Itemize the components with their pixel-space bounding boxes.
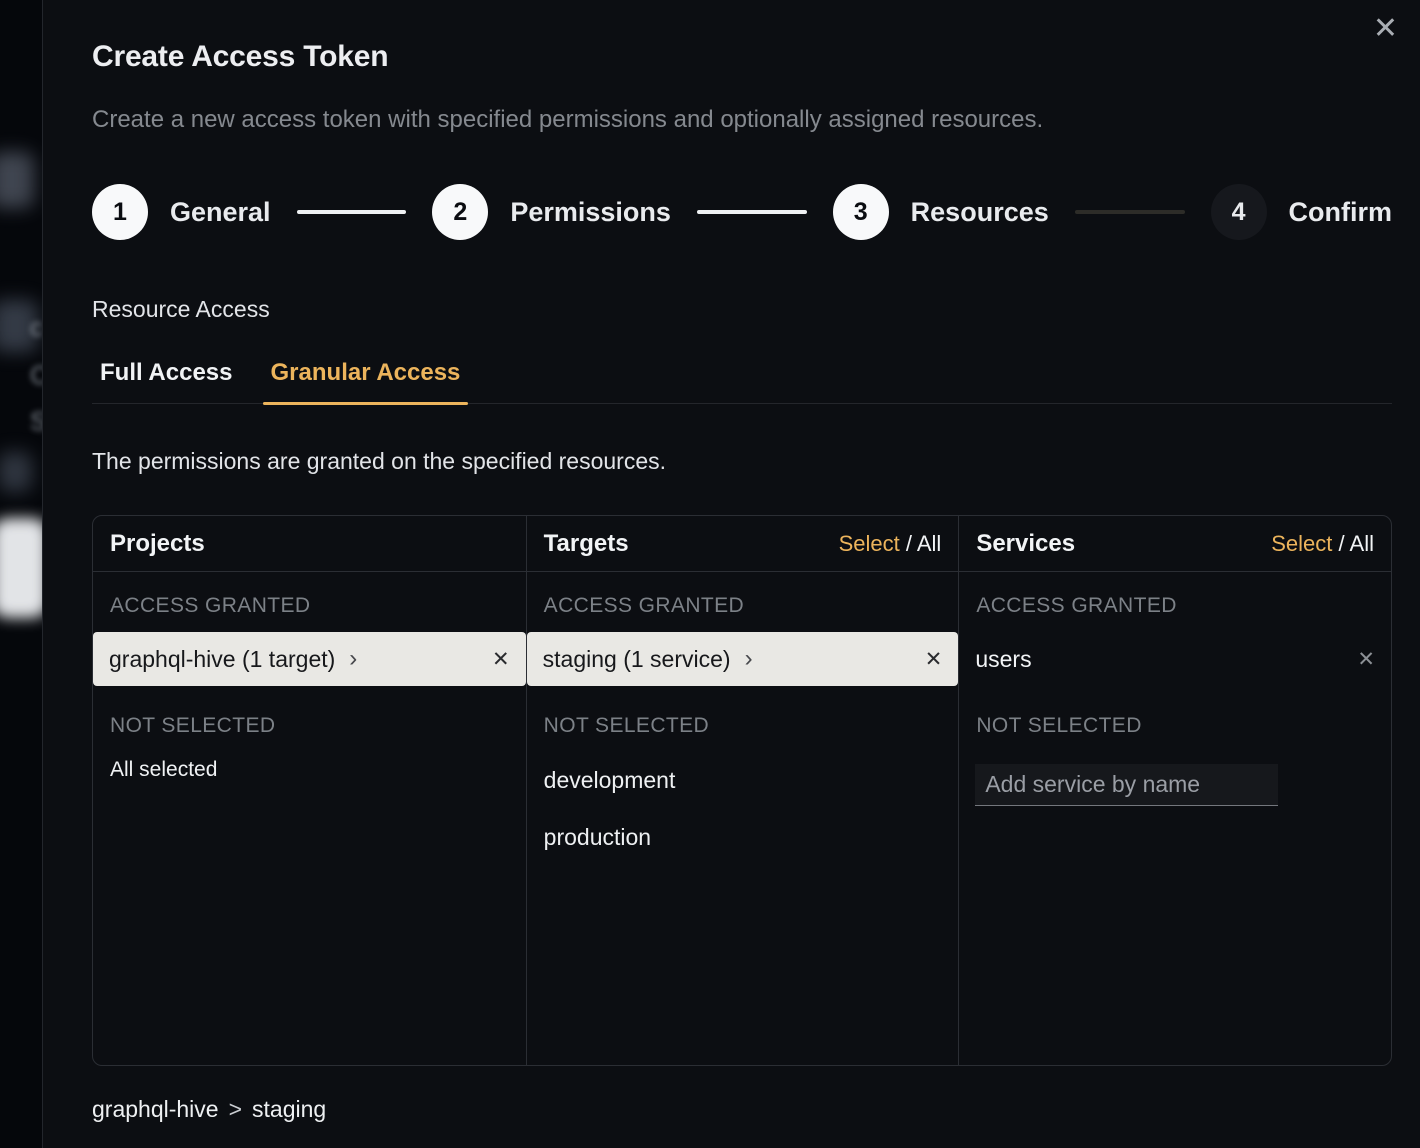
- tab-granular-access[interactable]: Granular Access: [263, 351, 469, 403]
- granular-access-description: The permissions are granted on the speci…: [92, 448, 1392, 475]
- target-option-production[interactable]: production: [527, 809, 959, 866]
- step-confirm[interactable]: 4 Confirm: [1211, 184, 1393, 240]
- step-label: Permissions: [510, 197, 671, 228]
- modal-title: Create Access Token: [92, 40, 1392, 74]
- column-title: Services: [976, 530, 1075, 558]
- modal-subtitle: Create a new access token with specified…: [92, 106, 1392, 134]
- close-icon[interactable]: ✕: [1373, 14, 1398, 44]
- services-column-header: Services Select / All: [959, 516, 1391, 572]
- access-granted-label: ACCESS GRANTED: [527, 572, 959, 632]
- access-granted-label: ACCESS GRANTED: [93, 572, 526, 632]
- access-granted-label: ACCESS GRANTED: [959, 572, 1391, 632]
- projects-column-header: Projects: [93, 516, 526, 572]
- backdrop-blob: [0, 452, 32, 492]
- targets-column: Targets Select / All ACCESS GRANTED stag…: [526, 516, 959, 1065]
- step-permissions[interactable]: 2 Permissions: [432, 184, 671, 240]
- step-number-badge: 4: [1211, 184, 1267, 240]
- granted-service-row[interactable]: users ✕: [959, 632, 1391, 686]
- target-option-development[interactable]: development: [527, 752, 959, 809]
- services-select-all-link[interactable]: Select / All: [1271, 531, 1374, 557]
- step-number-badge: 3: [833, 184, 889, 240]
- backdrop-strip: c C S: [0, 0, 42, 1148]
- select-link[interactable]: Select: [839, 531, 900, 556]
- step-number-badge: 2: [432, 184, 488, 240]
- column-title: Projects: [110, 530, 205, 558]
- granted-project-row[interactable]: graphql-hive (1 target) › ✕: [93, 632, 526, 686]
- remove-project-icon[interactable]: ✕: [492, 649, 510, 670]
- granted-service-label: users: [975, 646, 1031, 673]
- projects-selection-status: All selected: [93, 752, 526, 788]
- step-connector: [1075, 210, 1185, 214]
- all-link[interactable]: / All: [1332, 531, 1374, 556]
- targets-column-header: Targets Select / All: [527, 516, 959, 572]
- projects-column: Projects ACCESS GRANTED graphql-hive (1 …: [93, 516, 526, 1065]
- create-access-token-modal: ✕ Create Access Token Create a new acces…: [42, 0, 1420, 1148]
- backdrop-blob: [0, 518, 48, 618]
- resource-selection-table: Projects ACCESS GRANTED graphql-hive (1 …: [92, 515, 1392, 1066]
- resource-access-heading: Resource Access: [92, 296, 1392, 323]
- access-mode-tabs: Full Access Granular Access: [92, 351, 1392, 404]
- step-label: General: [170, 197, 271, 228]
- granted-target-row[interactable]: staging (1 service) › ✕: [527, 632, 959, 686]
- not-selected-label: NOT SELECTED: [93, 686, 526, 752]
- tab-full-access[interactable]: Full Access: [92, 351, 241, 403]
- column-title: Targets: [544, 530, 629, 558]
- step-number-badge: 1: [92, 184, 148, 240]
- step-connector: [697, 210, 807, 214]
- granted-target-label: staging (1 service): [543, 646, 731, 673]
- backdrop-blob: [0, 152, 34, 208]
- step-general[interactable]: 1 General: [92, 184, 271, 240]
- chevron-right-icon: ›: [745, 647, 753, 671]
- services-column: Services Select / All ACCESS GRANTED use…: [958, 516, 1391, 1065]
- remove-target-icon[interactable]: ✕: [925, 649, 943, 670]
- remove-service-icon[interactable]: ✕: [1357, 649, 1375, 670]
- breadcrumb-project: graphql-hive: [92, 1096, 219, 1123]
- targets-select-all-link[interactable]: Select / All: [839, 531, 942, 557]
- select-link[interactable]: Select: [1271, 531, 1332, 556]
- wizard-stepper: 1 General 2 Permissions 3 Resources 4 Co…: [92, 184, 1392, 240]
- not-selected-label: NOT SELECTED: [959, 686, 1391, 752]
- granted-project-label: graphql-hive (1 target): [109, 646, 335, 673]
- step-label: Resources: [911, 197, 1049, 228]
- not-selected-label: NOT SELECTED: [527, 686, 959, 752]
- breadcrumb-separator: >: [229, 1096, 242, 1123]
- step-resources[interactable]: 3 Resources: [833, 184, 1049, 240]
- add-service-input[interactable]: [975, 764, 1278, 806]
- step-label: Confirm: [1289, 197, 1393, 228]
- breadcrumb: graphql-hive > staging: [92, 1096, 1392, 1123]
- chevron-right-icon: ›: [349, 647, 357, 671]
- step-connector: [297, 210, 407, 214]
- all-link[interactable]: / All: [900, 531, 942, 556]
- breadcrumb-target: staging: [252, 1096, 326, 1123]
